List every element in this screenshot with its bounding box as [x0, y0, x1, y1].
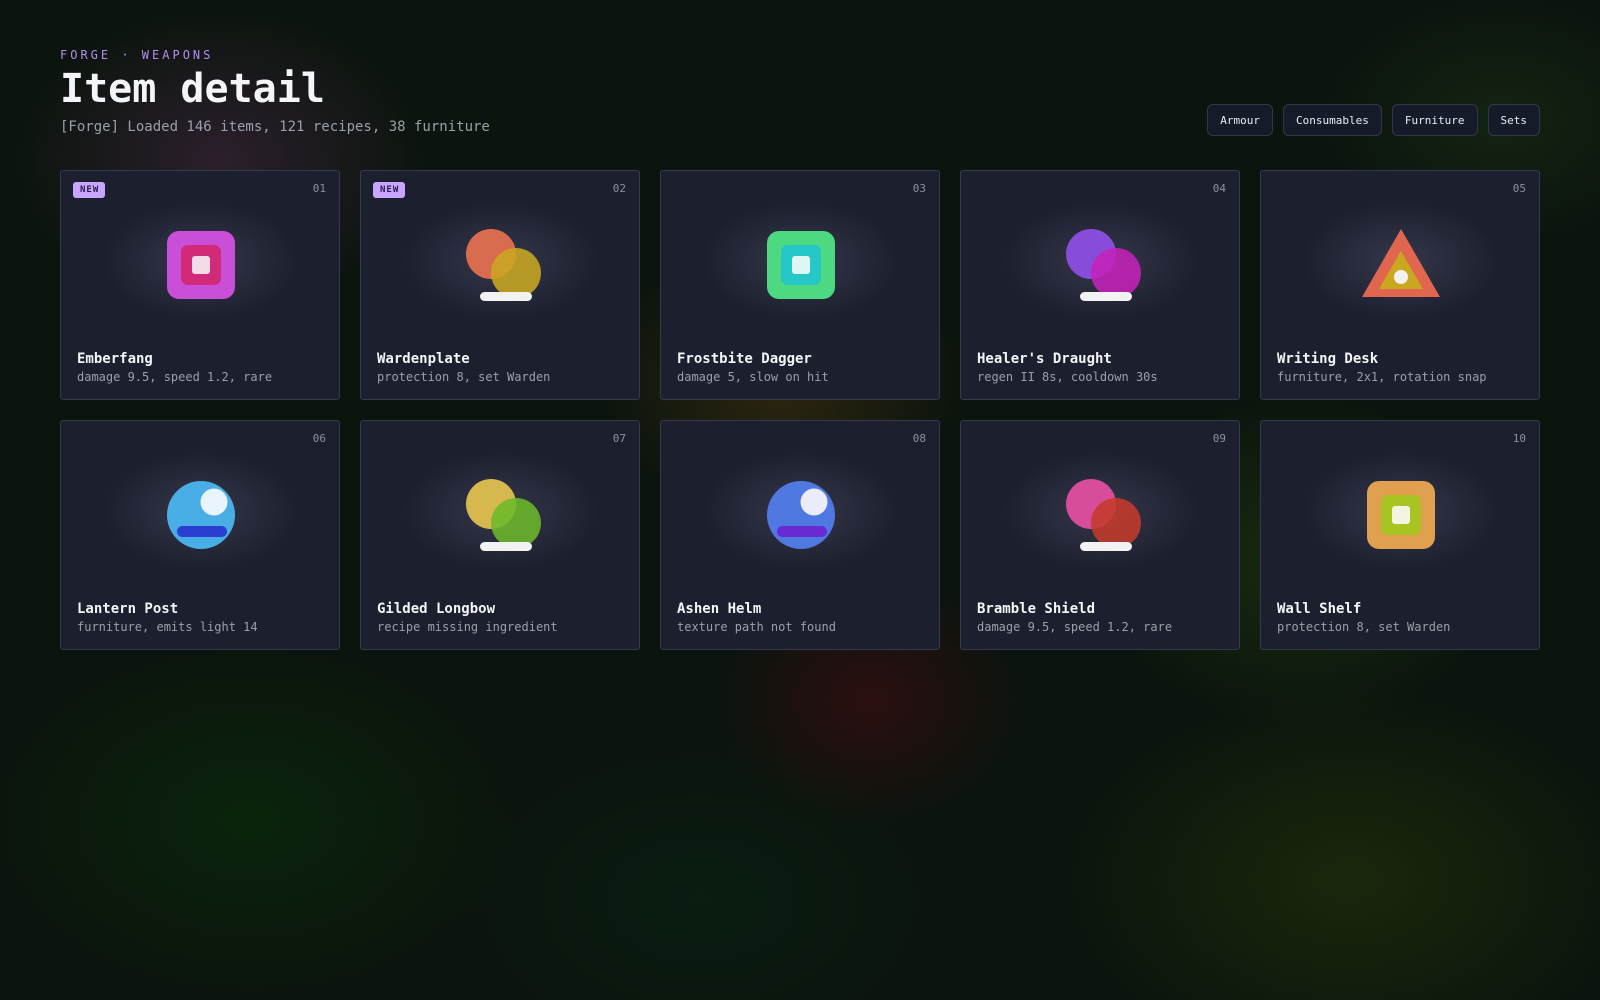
triangle-icon	[1362, 229, 1440, 297]
square-gem-icon	[767, 231, 835, 299]
filter-armour-button[interactable]: Armour	[1207, 104, 1274, 136]
item-card[interactable]: 07 Gilded Longbow recipe missing ingredien…	[360, 420, 640, 650]
item-description: regen II 8s, cooldown 30s	[977, 370, 1158, 384]
page-title: Item detail	[60, 66, 325, 112]
item-name: Gilded Longbow	[377, 601, 496, 617]
item-card[interactable]: 06 Lantern Post furniture, emits light 14	[60, 420, 340, 650]
item-card[interactable]: 03 Frostbite Dagger damage 5, slow on hit	[660, 170, 940, 400]
item-number: 10	[1512, 432, 1526, 445]
new-badge: NEW	[373, 182, 406, 198]
item-description: furniture, 2x1, rotation snap	[1277, 370, 1487, 384]
item-number: 08	[912, 432, 926, 445]
item-description: recipe missing ingredient	[377, 620, 558, 634]
item-description: texture path not found	[677, 620, 836, 634]
circle-bar-icon	[767, 481, 835, 549]
orbs-icon	[1066, 479, 1141, 551]
square-gem-icon	[167, 231, 235, 299]
square-gem-icon	[1367, 481, 1435, 549]
item-name: Frostbite Dagger	[677, 351, 812, 367]
item-number: 05	[1512, 182, 1526, 195]
item-description: damage 9.5, speed 1.2, rare	[77, 370, 273, 384]
new-badge: NEW	[73, 182, 106, 198]
orbs-icon	[466, 479, 541, 551]
item-description: damage 5, slow on hit	[677, 370, 829, 384]
filter-sets-button[interactable]: Sets	[1487, 104, 1540, 136]
item-name: Emberfang	[77, 351, 153, 367]
item-card[interactable]: 05 Writing Desk furniture, 2x1, rotation s…	[1260, 170, 1540, 400]
item-name: Wall Shelf	[1277, 601, 1362, 617]
item-card[interactable]: 04 Healer's Draught regen II 8s, cooldown …	[960, 170, 1240, 400]
item-card[interactable]: NEW 02 Wardenplate protection 8, set Warden	[360, 170, 640, 400]
item-number: 02	[612, 182, 626, 195]
orbs-icon	[1066, 229, 1141, 301]
item-number: 01	[312, 182, 326, 195]
orbs-icon	[466, 229, 541, 301]
item-card[interactable]: 09 Bramble Shield damage 9.5, speed 1.2, r…	[960, 420, 1240, 650]
item-name: Writing Desk	[1277, 351, 1379, 367]
page-eyebrow: FORGE · WEAPONS	[60, 48, 214, 62]
item-number: 04	[1212, 182, 1226, 195]
item-number: 07	[612, 432, 626, 445]
page-subtitle: [Forge] Loaded 146 items, 121 recipes, 3…	[60, 119, 490, 135]
item-description: protection 8, set Warden	[1277, 620, 1451, 634]
item-card[interactable]: 08 Ashen Helm texture path not found	[660, 420, 940, 650]
filter-consumables-button[interactable]: Consumables	[1283, 104, 1382, 136]
item-name: Healer's Draught	[977, 351, 1112, 367]
item-number: 03	[912, 182, 926, 195]
item-number: 06	[312, 432, 326, 445]
item-grid: NEW 01 Emberfang damage 9.5, speed 1.2, rar…	[60, 170, 1540, 650]
item-card[interactable]: NEW 01 Emberfang damage 9.5, speed 1.2, rar…	[60, 170, 340, 400]
item-name: Bramble Shield	[977, 601, 1096, 617]
item-card[interactable]: 10 Wall Shelf protection 8, set Warden	[1260, 420, 1540, 650]
circle-bar-icon	[167, 481, 235, 549]
filter-bar: Armour Consumables Furniture Sets	[1207, 104, 1540, 136]
item-description: protection 8, set Warden	[377, 370, 551, 384]
item-description: damage 9.5, speed 1.2, rare	[977, 620, 1173, 634]
item-description: furniture, emits light 14	[77, 620, 258, 634]
item-name: Wardenplate	[377, 351, 470, 367]
item-number: 09	[1212, 432, 1226, 445]
filter-furniture-button[interactable]: Furniture	[1391, 104, 1478, 136]
item-name: Lantern Post	[77, 601, 179, 617]
item-name: Ashen Helm	[677, 601, 762, 617]
